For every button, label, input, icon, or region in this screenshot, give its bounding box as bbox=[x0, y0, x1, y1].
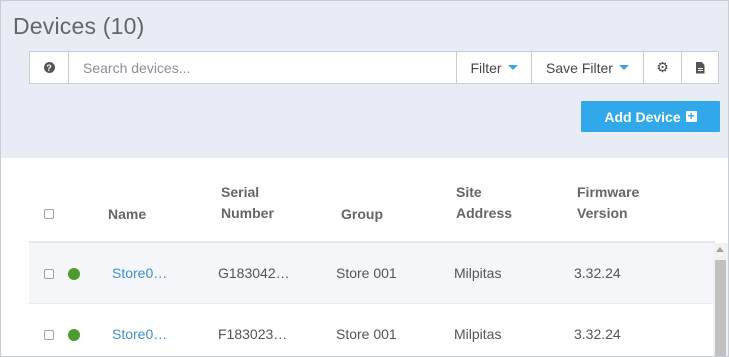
table-header: Name Serial Number Group Site Address Fi… bbox=[29, 171, 715, 243]
save-filter-dropdown[interactable]: Save Filter bbox=[531, 52, 643, 83]
scrollbar-thumb[interactable] bbox=[715, 260, 726, 356]
status-dot bbox=[68, 268, 80, 280]
add-device-label: Add Device bbox=[604, 108, 681, 125]
table-row[interactable]: Store0… F183023… Store 001 Milpitas 3.32… bbox=[29, 304, 715, 356]
export-button[interactable] bbox=[681, 52, 718, 83]
devices-toolbar: ? Filter Save Filter ⚙ bbox=[29, 51, 719, 84]
caret-down-icon bbox=[618, 65, 629, 70]
column-header-site-address[interactable]: Site Address bbox=[456, 182, 512, 224]
status-dot bbox=[68, 329, 80, 341]
column-header-name[interactable]: Name bbox=[108, 204, 146, 225]
site-address-cell: Milpitas bbox=[454, 326, 502, 342]
device-name-link[interactable]: Store0… bbox=[112, 326, 167, 342]
search-input[interactable] bbox=[81, 58, 456, 77]
devices-table: Name Serial Number Group Site Address Fi… bbox=[29, 171, 728, 356]
gear-icon: ⚙ bbox=[656, 59, 669, 75]
caret-down-icon bbox=[507, 65, 518, 70]
row-checkbox[interactable] bbox=[44, 330, 54, 340]
column-header-group[interactable]: Group bbox=[341, 204, 383, 225]
group-cell: Store 001 bbox=[336, 326, 397, 342]
table-row[interactable]: Store0… G183042… Store 001 Milpitas 3.32… bbox=[29, 243, 715, 304]
column-header-firmware-version[interactable]: Firmware Version bbox=[577, 182, 639, 224]
filter-dropdown[interactable]: Filter bbox=[456, 52, 531, 83]
vertical-scrollbar[interactable] bbox=[713, 243, 728, 356]
filter-label: Filter bbox=[470, 59, 502, 76]
help-button[interactable]: ? bbox=[30, 52, 68, 83]
column-header-serial-number[interactable]: Serial Number bbox=[221, 182, 274, 224]
firmware-version-cell: 3.32.24 bbox=[574, 265, 621, 281]
devices-panel: Devices (10) ? Filter Save Filter ⚙ Add … bbox=[0, 0, 729, 357]
plus-square-icon: + bbox=[685, 109, 697, 123]
device-name-link[interactable]: Store0… bbox=[112, 265, 167, 281]
site-address-cell: Milpitas bbox=[454, 265, 502, 281]
group-cell: Store 001 bbox=[336, 265, 397, 281]
serial-number-cell: F183023… bbox=[218, 326, 288, 342]
page-title: Devices (10) bbox=[13, 13, 145, 39]
select-all-checkbox[interactable] bbox=[44, 209, 54, 219]
add-device-button[interactable]: Add Device + bbox=[581, 101, 720, 132]
document-icon bbox=[695, 61, 705, 74]
question-circle-icon: ? bbox=[43, 62, 55, 73]
row-checkbox[interactable] bbox=[44, 269, 54, 279]
serial-number-cell: G183042… bbox=[218, 265, 290, 281]
scroll-up-arrow-icon[interactable] bbox=[716, 247, 724, 252]
settings-button[interactable]: ⚙ bbox=[643, 52, 681, 83]
search-box[interactable] bbox=[68, 52, 456, 83]
firmware-version-cell: 3.32.24 bbox=[574, 326, 621, 342]
save-filter-label: Save Filter bbox=[546, 59, 613, 76]
